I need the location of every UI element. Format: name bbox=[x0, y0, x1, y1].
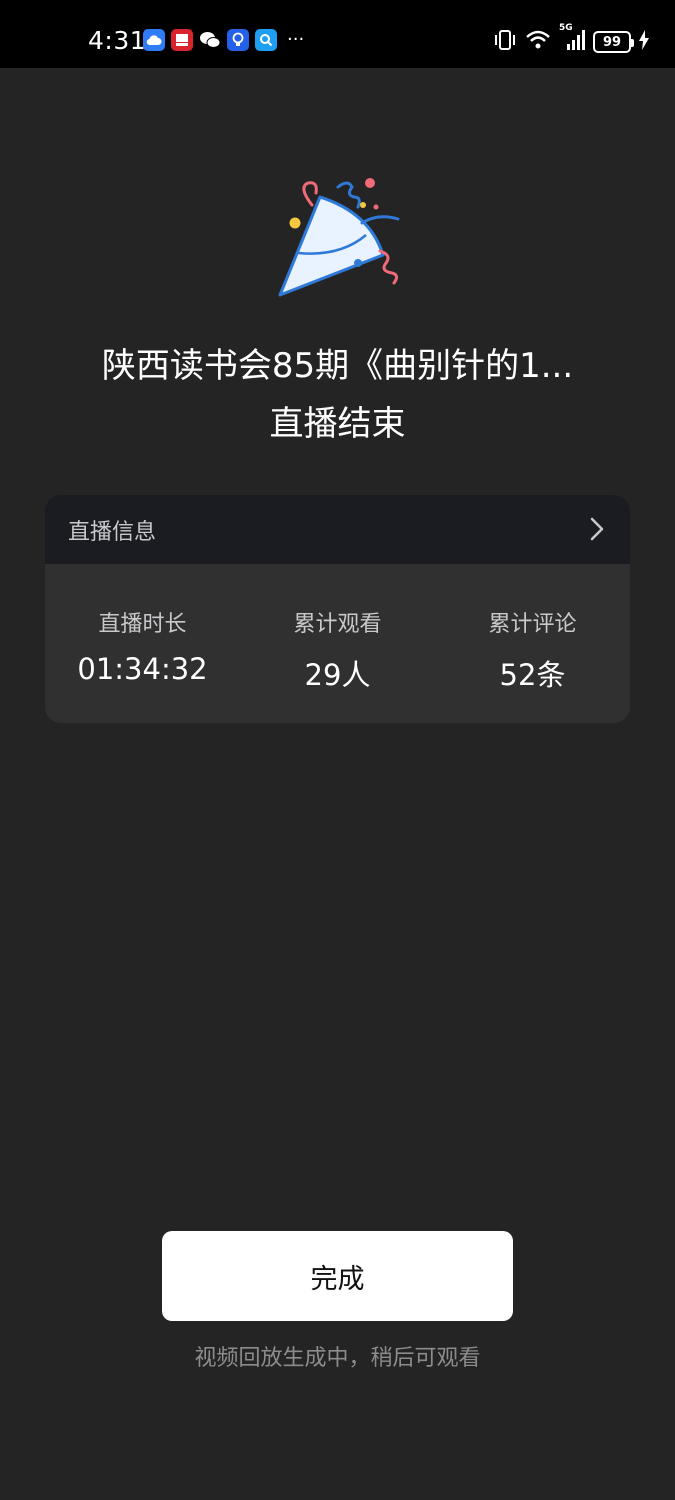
cloud-icon bbox=[143, 29, 165, 51]
status-indicators: 5G 99 bbox=[493, 23, 649, 55]
status-time: 4:31 bbox=[88, 26, 147, 55]
stat-duration: 直播时长 01:34:32 bbox=[45, 564, 240, 723]
notification-icons: ··· bbox=[143, 29, 304, 51]
stat-value: 29人 bbox=[304, 658, 371, 692]
stat-value: 52条 bbox=[499, 658, 566, 692]
stat-viewers: 累计观看 29人 bbox=[240, 564, 435, 723]
stat-label: 累计观看 bbox=[293, 612, 382, 637]
replay-note: 视频回放生成中，稍后可观看 bbox=[194, 1346, 481, 1371]
cell-signal-icon: 5G bbox=[559, 23, 585, 55]
live-info-heading: 直播信息 bbox=[68, 519, 157, 545]
live-title: 陕西读书会85期《曲别针的1... bbox=[101, 346, 574, 386]
news-app-icon bbox=[171, 29, 193, 51]
chevron-right-icon[interactable] bbox=[590, 517, 604, 545]
more-notifications-icon: ··· bbox=[287, 29, 305, 50]
stat-comments: 累计评论 52条 bbox=[435, 564, 630, 723]
live-ended-label: 直播结束 bbox=[269, 404, 406, 444]
stat-value: 01:34:32 bbox=[77, 652, 208, 686]
stat-label: 直播时长 bbox=[98, 612, 187, 637]
bulb-icon bbox=[227, 29, 249, 51]
live-stats: 直播时长 01:34:32 累计观看 29人 累计评论 52条 bbox=[45, 564, 630, 723]
status-bar: 4:31 ··· 5G 99 bbox=[0, 0, 675, 68]
party-popper-icon bbox=[270, 175, 405, 300]
search-app-icon bbox=[255, 29, 277, 51]
live-info-header[interactable]: 直播信息 bbox=[45, 495, 630, 564]
done-button[interactable]: 完成 bbox=[162, 1231, 513, 1321]
wechat-icon bbox=[199, 29, 221, 51]
battery-icon: 99 bbox=[593, 31, 634, 53]
vibrate-icon bbox=[493, 29, 517, 55]
stat-label: 累计评论 bbox=[488, 612, 577, 637]
wifi-icon bbox=[525, 29, 551, 55]
charging-icon bbox=[639, 30, 649, 54]
live-info-card: 直播信息 直播时长 01:34:32 累计观看 29人 累计评论 52条 bbox=[45, 495, 630, 723]
